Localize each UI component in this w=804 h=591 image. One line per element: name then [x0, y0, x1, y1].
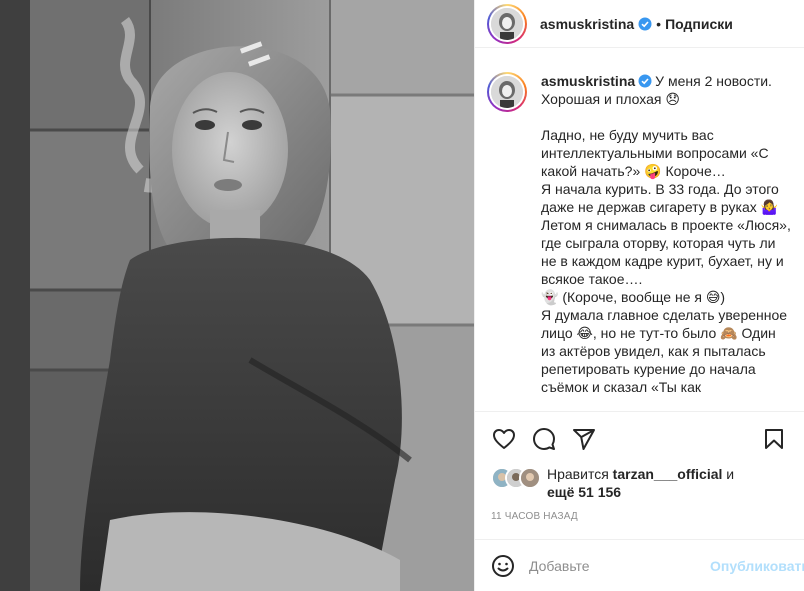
comment-bubble-icon [533, 427, 555, 450]
post-header: asmuskristina • Подписки [475, 0, 804, 48]
post-details-panel: asmuskristina • Подписки asmuskristina У… [474, 0, 804, 591]
caption: asmuskristina У меня 2 новости. Хорошая и… [487, 72, 793, 396]
comment-button[interactable] [531, 426, 557, 452]
post-photo[interactable] [0, 0, 474, 591]
caption-line: Я начала курить. В 33 года. До этого даж… [541, 181, 783, 215]
caption-line: 👻 (Короче, вообще не я 😅) [541, 289, 726, 305]
smiley-icon [492, 554, 514, 577]
likes-middle: и [722, 466, 735, 482]
caption-line: Хорошая и плохая 😞 [541, 91, 680, 107]
caption-avatar[interactable] [487, 72, 527, 112]
caption-line: Ладно, не буду мучить вас интеллектуальн… [541, 127, 773, 179]
share-button[interactable] [571, 426, 597, 452]
caption-line: Я думала главное сделать уверенное лицо … [541, 307, 791, 395]
author-username[interactable]: asmuskristina [540, 16, 634, 32]
publish-button[interactable]: Опубликовать [710, 558, 804, 574]
emoji-button[interactable] [491, 553, 515, 579]
liker-avatar [519, 467, 541, 489]
likes-count[interactable]: ещё 51 156 [547, 484, 621, 500]
caption-username[interactable]: asmuskristina [541, 73, 635, 89]
following-button[interactable]: Подписки [665, 16, 733, 32]
like-button[interactable] [491, 426, 517, 452]
bookmark-icon [765, 428, 783, 449]
verified-badge-icon [638, 74, 652, 88]
action-bar [475, 411, 804, 465]
author-avatar[interactable] [487, 3, 527, 44]
verified-badge-icon [638, 17, 652, 30]
comment-form: Опубликовать [475, 539, 804, 591]
separator-dot: • [656, 15, 662, 32]
post-timestamp[interactable]: 11 часов назад [491, 511, 578, 522]
post-image [0, 0, 474, 591]
liker-avatars[interactable] [491, 467, 543, 489]
likes-text: Нравится tarzan___official и ещё 51 156 [547, 465, 734, 501]
caption-line: У меня 2 новости. [655, 73, 772, 89]
likes-section: Нравится tarzan___official и ещё 51 156 [491, 465, 791, 501]
paper-plane-icon [573, 428, 595, 450]
comments-area[interactable]: asmuskristina У меня 2 новости. Хорошая и… [475, 58, 804, 410]
save-button[interactable] [761, 426, 787, 452]
caption-text: asmuskristina У меня 2 новости. Хорошая и… [541, 72, 793, 396]
caption-line: Летом я снималась в проекте «Люся», где … [541, 217, 795, 287]
likes-prefix: Нравится [547, 466, 613, 482]
comment-input[interactable] [529, 557, 710, 574]
liker-username[interactable]: tarzan___official [613, 466, 723, 482]
heart-icon [493, 428, 515, 449]
